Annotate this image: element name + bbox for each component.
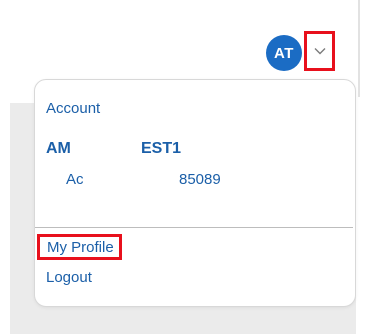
account-number-end: 85089 bbox=[179, 171, 221, 188]
account-name-start: AM bbox=[46, 140, 71, 157]
account-menu-toggle-button[interactable] bbox=[304, 31, 335, 71]
vertical-divider bbox=[358, 0, 360, 97]
my-profile-link[interactable]: My Profile bbox=[37, 234, 122, 260]
logout-link[interactable]: Logout bbox=[46, 269, 92, 286]
menu-divider bbox=[35, 227, 353, 228]
account-dropdown-menu: Account AM EST1 Ac 85089 My Profile Logo… bbox=[34, 79, 356, 307]
account-number-start: Ac bbox=[66, 171, 84, 188]
chevron-down-icon bbox=[314, 47, 326, 55]
user-avatar[interactable]: AT bbox=[266, 35, 302, 71]
page: AT Account AM EST1 Ac 85089 My Profile L… bbox=[0, 0, 366, 334]
account-section-label: Account bbox=[46, 100, 101, 117]
account-name-end: EST1 bbox=[141, 140, 182, 157]
